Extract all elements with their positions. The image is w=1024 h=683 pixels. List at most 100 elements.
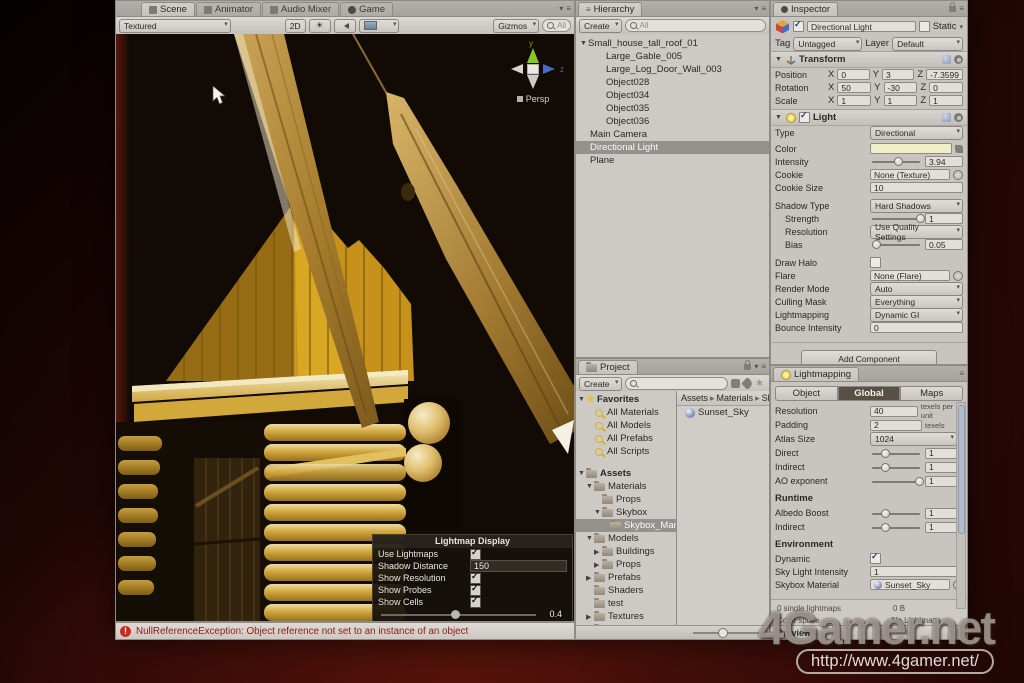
scene-search-input[interactable]: All: [542, 19, 571, 32]
hierarchy-item[interactable]: Main Camera: [576, 128, 769, 141]
gear-icon[interactable]: [954, 55, 963, 64]
culling-mask-dropdown[interactable]: Everything: [870, 295, 963, 309]
persp-label[interactable]: Persp: [502, 94, 564, 104]
project-tree-item[interactable]: ▼★Favorites: [576, 393, 676, 406]
project-create-button[interactable]: Create: [579, 377, 622, 391]
light-header[interactable]: ▼ Light: [771, 109, 967, 126]
static-dropdown-icon[interactable]: ▾: [959, 23, 963, 31]
tab-inspector[interactable]: Inspector: [773, 2, 838, 16]
tab-lightmapping[interactable]: Lightmapping: [773, 367, 859, 381]
hierarchy-search-input[interactable]: All: [625, 19, 766, 32]
intensity-slider[interactable]: [870, 156, 922, 167]
panel-menu-icon[interactable]: ≡: [959, 4, 964, 13]
rotation-x-field[interactable]: 50: [837, 82, 871, 93]
runtime-indirect-slider[interactable]: [870, 522, 922, 533]
hierarchy-item[interactable]: Object028: [576, 76, 769, 89]
scale-x-field[interactable]: 1: [837, 95, 871, 106]
indirect-slider[interactable]: [870, 462, 922, 473]
project-search-input[interactable]: [625, 377, 729, 390]
hierarchy-item[interactable]: Large_Log_Door_Wall_003: [576, 63, 769, 76]
hierarchy-item[interactable]: Large_Gable_005: [576, 50, 769, 63]
gizmos-dropdown[interactable]: Gizmos: [493, 19, 539, 33]
direct-slider[interactable]: [870, 448, 922, 459]
project-tree-item[interactable]: ▶Buildings: [576, 545, 676, 558]
add-component-button[interactable]: Add Component: [801, 350, 937, 365]
dynamic-checkbox[interactable]: [870, 553, 881, 564]
scene-viewport[interactable]: y z Persp Lightmap Display Use Lightma: [116, 34, 574, 621]
lightmapping-tab-maps[interactable]: Maps: [900, 386, 963, 401]
project-tree-item[interactable]: ▶Props: [576, 558, 676, 571]
scene-gizmo[interactable]: y z Persp: [502, 38, 564, 104]
panel-menu-icon[interactable]: ≡: [761, 362, 766, 371]
lightmapping-scrollbar[interactable]: [956, 402, 966, 609]
render-mode-dropdown[interactable]: Textured: [119, 19, 231, 33]
label-tag-icon[interactable]: [741, 377, 754, 390]
skybox-material-field[interactable]: Sunset_Sky: [870, 579, 950, 590]
collab-icon[interactable]: [731, 379, 740, 388]
eyedropper-icon[interactable]: [955, 145, 963, 153]
cookie-size-field[interactable]: 10: [870, 182, 963, 193]
breadcrumb-segment[interactable]: Materials: [717, 393, 760, 404]
show-cells-checkbox[interactable]: [470, 597, 481, 608]
project-tree-item-selected[interactable]: Skybox_Manu: [576, 519, 676, 532]
panel-dropdown-icon[interactable]: ▾: [559, 4, 563, 13]
object-picker-icon[interactable]: [953, 271, 963, 281]
lock-icon[interactable]: [949, 6, 956, 12]
padding-field[interactable]: 2: [870, 420, 922, 431]
breadcrumb-segment[interactable]: Sky: [762, 393, 770, 403]
scale-z-field[interactable]: 1: [929, 95, 963, 106]
project-tree-item[interactable]: All Models: [576, 419, 676, 432]
tab-scene[interactable]: Scene: [141, 2, 195, 16]
favorite-star-icon[interactable]: ★: [755, 380, 764, 388]
project-tree-item[interactable]: test: [576, 597, 676, 610]
position-z-field[interactable]: -7.3599: [926, 69, 963, 80]
hierarchy-create-button[interactable]: Create: [579, 19, 622, 33]
foldout-icon[interactable]: ▼: [775, 56, 783, 63]
ao-exponent-slider[interactable]: [870, 476, 922, 487]
axis-z-cone[interactable]: [543, 64, 555, 74]
shadow-type-dropdown[interactable]: Hard Shadows: [870, 199, 963, 213]
project-tree-item[interactable]: ▶Prefabs: [576, 571, 676, 584]
flare-object-field[interactable]: None (Flare): [870, 270, 950, 281]
project-tree-item[interactable]: Props: [576, 493, 676, 506]
position-y-field[interactable]: 3: [882, 69, 914, 80]
panel-menu-icon[interactable]: ≡: [566, 4, 571, 13]
project-tree-item[interactable]: ▶Textures: [576, 610, 676, 623]
transform-header[interactable]: ▼ Transform: [771, 51, 967, 68]
gear-icon[interactable]: [954, 113, 963, 122]
lightmap-display-slider[interactable]: 0.4: [381, 609, 564, 621]
sky-light-intensity-field[interactable]: 1: [870, 566, 963, 577]
rotation-z-field[interactable]: 0: [929, 82, 963, 93]
active-checkbox[interactable]: [793, 21, 804, 32]
use-lightmaps-checkbox[interactable]: [470, 549, 481, 560]
shadow-resolution-dropdown[interactable]: Use Quality Settings: [870, 225, 963, 239]
lightmapping-tab-object[interactable]: Object: [775, 386, 838, 401]
panel-menu-icon[interactable]: ≡: [959, 369, 964, 378]
lightmapping-tab-global[interactable]: Global: [838, 386, 901, 401]
effects-dropdown[interactable]: [359, 19, 400, 33]
hierarchy-item[interactable]: Plane: [576, 154, 769, 167]
gizmo-cube[interactable]: [528, 65, 539, 75]
hierarchy-item[interactable]: Object036: [576, 115, 769, 128]
rotation-y-field[interactable]: -30: [884, 82, 918, 93]
project-tree-item[interactable]: Shaders: [576, 584, 676, 597]
scale-y-field[interactable]: 1: [884, 95, 918, 106]
project-tree-item[interactable]: ▼Skybox: [576, 506, 676, 519]
bias-slider[interactable]: [870, 239, 922, 250]
breadcrumb-segment[interactable]: Assets: [681, 393, 715, 404]
albedo-boost-slider[interactable]: [870, 508, 922, 519]
draw-halo-checkbox[interactable]: [870, 257, 881, 268]
lightmapping-mode-dropdown[interactable]: Dynamic GI: [870, 308, 963, 322]
foldout-icon[interactable]: ▼: [775, 114, 783, 121]
layer-dropdown[interactable]: Default: [892, 37, 963, 51]
tab-audio-mixer[interactable]: Audio Mixer: [262, 2, 339, 16]
resolution-field[interactable]: 40: [870, 406, 918, 417]
cookie-object-field[interactable]: None (Texture): [870, 169, 950, 180]
2d-toggle-button[interactable]: 2D: [285, 19, 306, 33]
audio-toggle-icon[interactable]: [334, 19, 356, 33]
lighting-toggle-icon[interactable]: ☀: [309, 19, 331, 33]
asset-item-sunset-sky[interactable]: Sunset_Sky: [677, 406, 769, 419]
status-bar[interactable]: ! NullReferenceException: Object referen…: [115, 622, 575, 640]
asset-zoom-slider[interactable]: [693, 628, 763, 638]
project-tree-item[interactable]: All Prefabs: [576, 432, 676, 445]
